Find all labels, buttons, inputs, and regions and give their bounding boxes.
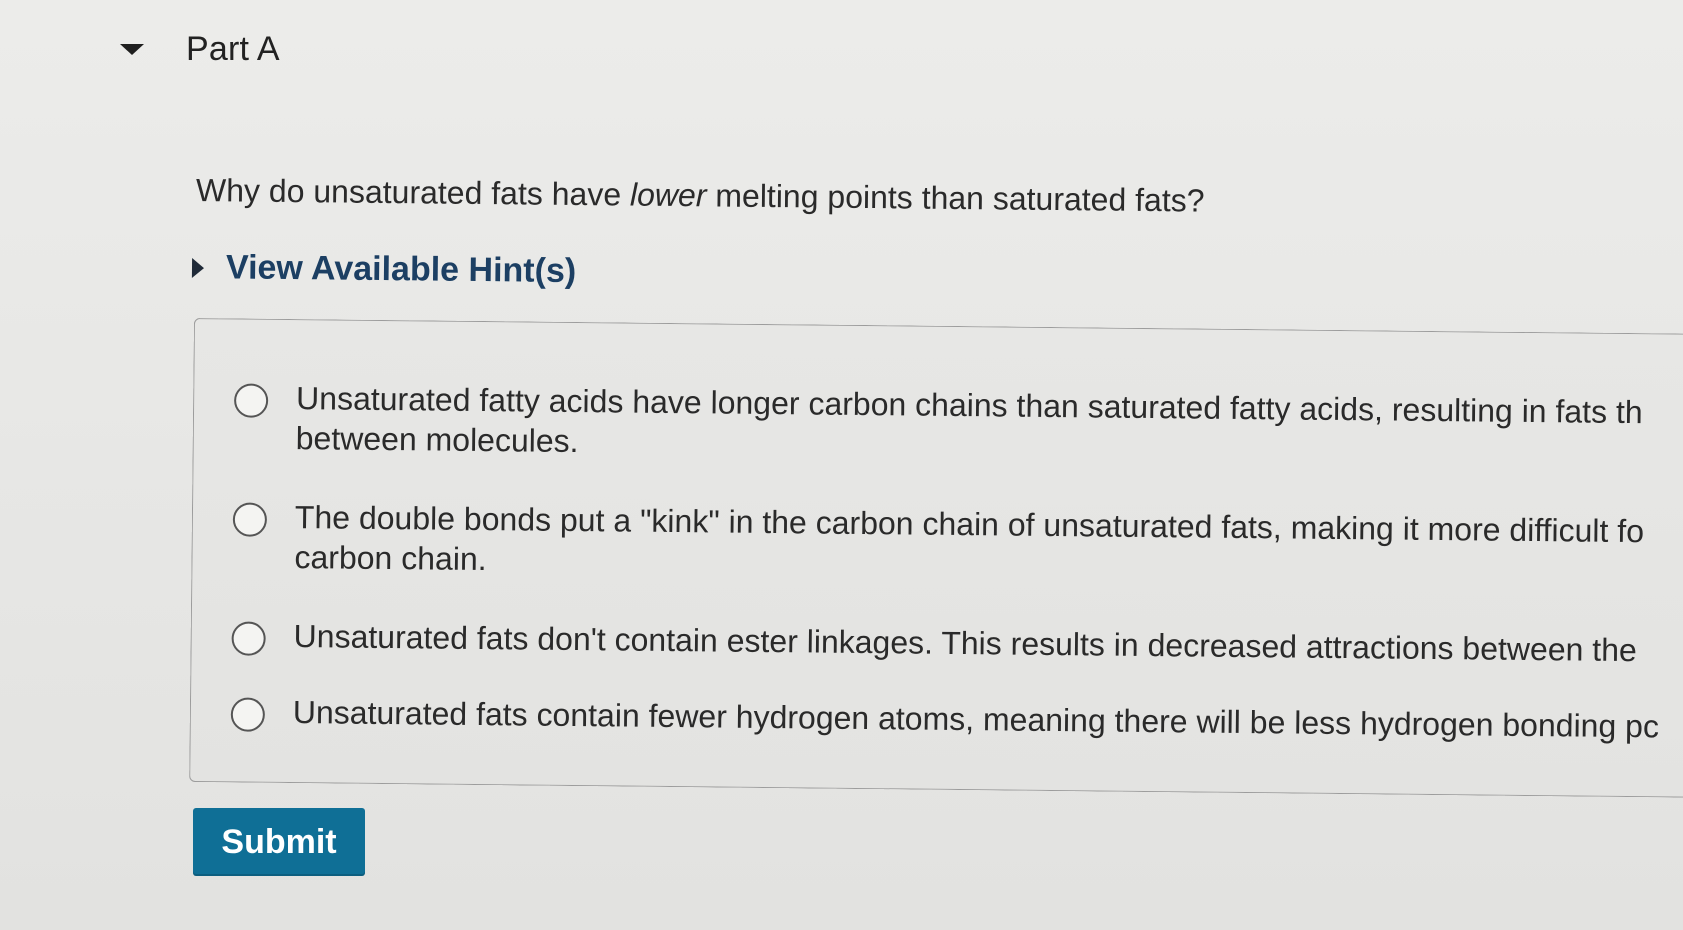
radio-button[interactable] — [233, 383, 269, 418]
answer-option-label: Unsaturated fats contain fewer hydrogen … — [292, 694, 1660, 745]
answer-option-label: Unsaturated fats don't contain ester lin… — [293, 618, 1637, 669]
part-title: Part A — [186, 30, 280, 68]
question-suffix: melting points than saturated fats? — [706, 177, 1205, 219]
caret-right-icon — [191, 257, 205, 278]
view-hints-label[interactable]: View Available Hint(s) — [226, 248, 577, 291]
question-page: Part A Why do unsaturated fats have lowe… — [0, 0, 1683, 930]
view-hints-link[interactable]: View Available Hint(s) — [191, 248, 577, 291]
answer-option-4[interactable]: Unsaturated fats contain fewer hydrogen … — [230, 691, 1673, 746]
radio-button[interactable] — [230, 697, 266, 732]
radio-button[interactable] — [232, 502, 268, 537]
question-prefix: Why do unsaturated fats have — [195, 172, 631, 213]
answer-option-1[interactable]: Unsaturated fatty acids have longer carb… — [233, 377, 1677, 472]
question-emphasis: lower — [629, 176, 707, 214]
radio-button[interactable] — [231, 621, 266, 656]
part-header[interactable]: Part A — [120, 30, 280, 69]
answer-option-label: Unsaturated fatty acids have longer carb… — [295, 380, 1643, 460]
answer-option-label: The double bonds put a "kink" in the car… — [294, 499, 1645, 578]
answer-option-2[interactable]: The double bonds put a "kink" in the car… — [232, 496, 1675, 591]
question-text: Why do unsaturated fats have lower melti… — [196, 172, 1205, 220]
submit-button[interactable]: Submit — [193, 808, 365, 876]
answer-option-3[interactable]: Unsaturated fats don't contain ester lin… — [231, 615, 1673, 670]
caret-down-icon[interactable] — [120, 44, 144, 55]
answer-options-box: Unsaturated fatty acids have longer carb… — [189, 318, 1683, 798]
